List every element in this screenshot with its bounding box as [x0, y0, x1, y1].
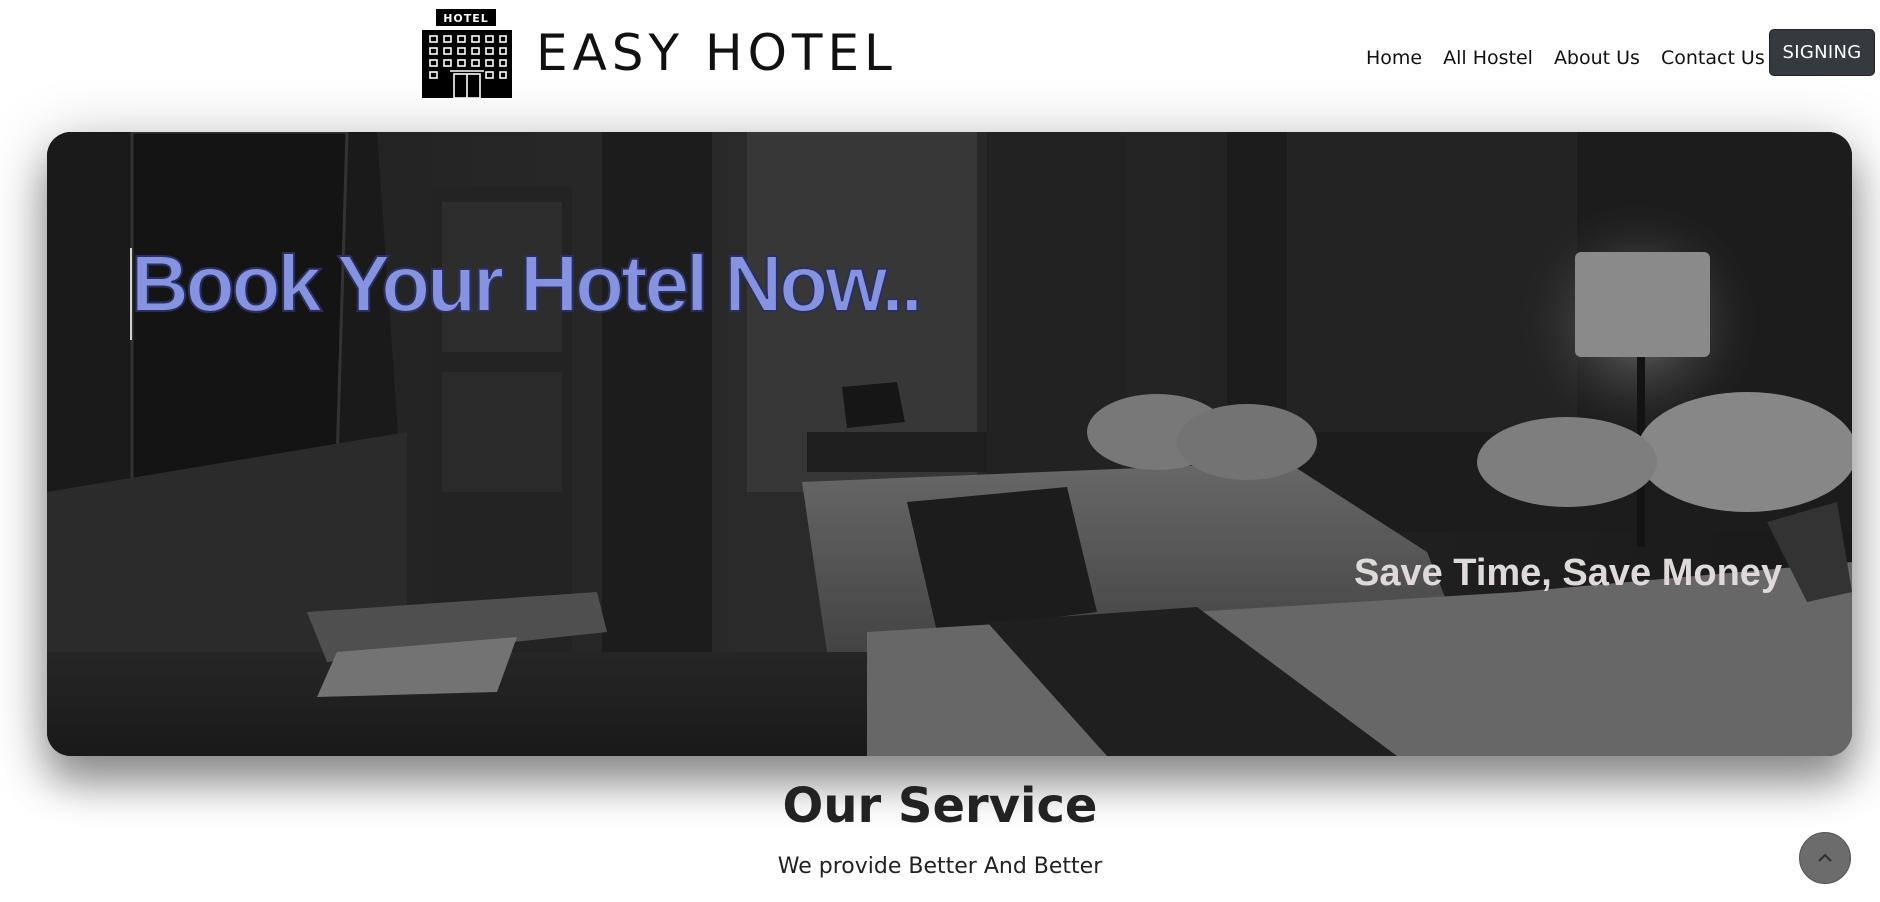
logo-sign-text: HOTEL	[443, 12, 489, 25]
services-title: Our Service	[782, 778, 1098, 834]
site-header: HOTEL EASY HOTEL Home All Hostel About U…	[0, 0, 1880, 120]
nav-about-us-link[interactable]: About Us	[1554, 47, 1640, 69]
brand-name: EASY HOTEL	[536, 24, 897, 82]
nav-contact-us-link[interactable]: Contact Us	[1661, 47, 1765, 69]
scroll-to-top-button[interactable]	[1799, 832, 1851, 884]
hero-banner: Book Your Hotel Now.. Save Time, Save Mo…	[47, 132, 1852, 756]
hotel-room-photo	[47, 132, 1852, 756]
services-subtitle: We provide Better And Better	[777, 854, 1103, 879]
chevron-up-icon	[1818, 853, 1832, 862]
brand[interactable]: HOTEL EASY HOTEL	[422, 8, 897, 98]
nav-all-hostel-link[interactable]: All Hostel	[1443, 47, 1533, 69]
signing-button[interactable]: SIGNING	[1769, 29, 1875, 76]
hotel-building-icon: HOTEL	[422, 9, 512, 98]
nav-home-link[interactable]: Home	[1366, 47, 1422, 69]
main-nav: Home All Hostel About Us Contact Us	[1366, 47, 1786, 69]
hero-title: Book Your Hotel Now..	[130, 239, 924, 328]
hero-subtitle: Save Time, Save Money	[1354, 552, 1783, 594]
